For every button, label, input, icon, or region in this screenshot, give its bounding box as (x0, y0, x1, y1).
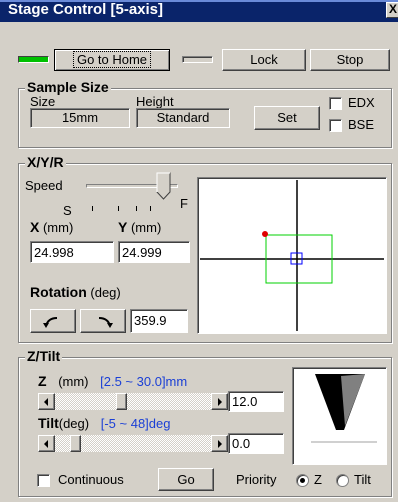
priority-z-radio[interactable] (296, 474, 309, 487)
tilt-range: [-5 ~ 48]deg (100, 416, 171, 431)
lock-status-indicator (182, 56, 213, 63)
z-range: [2.5 ~ 30.0]mm (100, 374, 188, 389)
bse-checkbox[interactable] (329, 119, 342, 132)
size-label: Size (30, 94, 56, 109)
height-value-text: Standard (156, 110, 210, 125)
z-value-field[interactable]: 12.0 (228, 391, 284, 412)
tilt-preview (292, 367, 387, 465)
z-scroll-thumb[interactable] (116, 393, 127, 410)
bse-label: BSE (348, 117, 375, 132)
z-scroll-left-button[interactable] (38, 393, 55, 410)
x-label: X (mm) (30, 219, 73, 235)
set-label: Set (277, 110, 297, 125)
x-position-field[interactable]: 24.998 (30, 241, 114, 263)
close-button[interactable]: X (386, 2, 398, 18)
priority-label: Priority (236, 472, 277, 487)
window-title: Stage Control [5-axis] (8, 1, 164, 18)
arrow-right-icon (218, 398, 222, 406)
position-marker (262, 231, 268, 237)
x-axis-letter: X (30, 219, 40, 235)
y-position-field[interactable]: 24.999 (118, 241, 190, 263)
z-scrollbar[interactable] (38, 393, 228, 410)
tilt-value-field[interactable]: 0.0 (228, 433, 284, 454)
radio-selected-dot (300, 478, 305, 483)
speed-tick (136, 206, 137, 211)
x-unit: (mm) (42, 220, 74, 235)
rotate-cw-button[interactable] (80, 309, 126, 333)
tilt-unit: (deg) (58, 416, 90, 431)
rotate-ccw-button[interactable] (30, 309, 76, 333)
xyr-title: X/Y/R (25, 154, 66, 170)
continuous-label: Continuous (58, 472, 124, 487)
close-icon: X (388, 2, 397, 16)
stage-map (200, 180, 384, 331)
priority-tilt-label: Tilt (354, 472, 371, 487)
tilt-scroll-left-button[interactable] (38, 435, 55, 452)
rotate-ccw-icon (43, 317, 58, 328)
edx-label: EDX (348, 95, 375, 110)
stop-button[interactable]: Stop (310, 49, 390, 71)
size-value-text: 15mm (61, 110, 99, 125)
speed-slider-thumb[interactable] (156, 172, 172, 200)
z-scroll-right-button[interactable] (211, 393, 228, 410)
z-axis-letter: Z (38, 373, 47, 389)
arrow-left-icon (44, 398, 48, 406)
arrow-left-icon (44, 440, 48, 448)
rotation-unit: (deg) (90, 285, 121, 300)
edx-checkbox[interactable] (329, 97, 342, 110)
speed-tick (92, 206, 93, 211)
speed-fast-label: F (180, 196, 188, 211)
sample-size-title: Sample Size (25, 79, 111, 95)
rotation-title: Rotation (30, 284, 87, 300)
lock-label: Lock (250, 52, 278, 67)
rotation-field[interactable]: 359.9 (130, 309, 188, 333)
go-button[interactable]: Go (158, 468, 214, 491)
z-unit: (mm) (58, 374, 89, 389)
stop-label: Stop (336, 52, 364, 67)
height-value: Standard (136, 108, 230, 128)
priority-tilt-radio[interactable] (336, 474, 349, 487)
tilt-scrollbar[interactable] (38, 435, 228, 452)
z-label-row: Z (mm) [2.5 ~ 30.0]mm (38, 373, 187, 389)
lock-button[interactable]: Lock (222, 49, 306, 71)
speed-tick (118, 206, 119, 211)
priority-z-label: Z (314, 472, 322, 487)
y-axis-letter: Y (118, 219, 128, 235)
rotate-cw-icon (98, 317, 113, 328)
continuous-checkbox[interactable] (37, 474, 50, 487)
home-status-indicator (18, 56, 49, 63)
go-to-home-button[interactable]: Go to Home (54, 49, 170, 71)
tilt-scroll-thumb[interactable] (70, 435, 81, 452)
height-label: Height (136, 94, 174, 109)
arrow-right-icon (218, 440, 222, 448)
size-value: 15mm (30, 108, 130, 128)
speed-tick (150, 206, 151, 211)
speed-label: Speed (25, 178, 63, 193)
go-to-home-label: Go to Home (72, 51, 152, 68)
go-label: Go (177, 472, 195, 487)
y-label: Y (mm) (118, 219, 161, 235)
tilt-title: Tilt (38, 415, 59, 431)
rotation-label: Rotation (deg) (30, 284, 121, 300)
set-button[interactable]: Set (254, 106, 320, 130)
tilt-label-row: Tilt(deg) [-5 ~ 48]deg (38, 415, 170, 431)
y-unit: (mm) (130, 220, 162, 235)
z-tilt-title: Z/Tilt (25, 348, 63, 364)
objective-lens-icon (311, 374, 377, 443)
speed-slow-label: S (63, 203, 72, 218)
tilt-scroll-right-button[interactable] (211, 435, 228, 452)
stage-position-view[interactable] (197, 177, 387, 334)
